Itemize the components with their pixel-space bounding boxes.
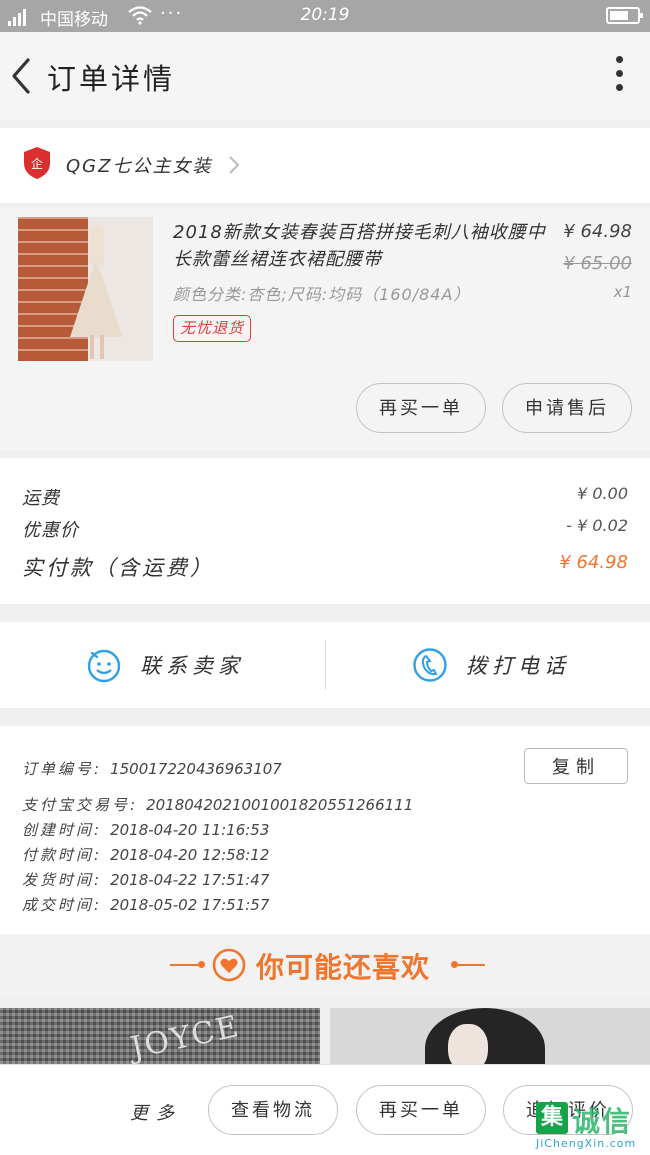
status-time: 20:19 [300,5,350,25]
watermark-name: 诚信 [572,1105,633,1138]
created-time-row: 创建时间: 2018-04-20 11:16:53 [22,819,269,840]
total-paid-row: 实付款（含运费） ¥ 64.98 [22,552,628,582]
page-title: 订单详情 [47,62,176,96]
paid-time-value: 2018-04-20 12:58:12 [110,846,270,864]
total-paid-label: 实付款（含运费） [22,556,214,580]
svg-text:企: 企 [31,156,43,171]
chat-bubble-icon [87,649,121,683]
buy-again-button[interactable]: 再买一单 [356,383,486,433]
chevron-right-icon [227,154,241,181]
vertical-dots-icon [615,56,623,63]
total-paid-value: ¥ 64.98 [559,552,628,573]
shop-badge-icon: 企 [24,147,50,179]
recommend-item[interactable] [330,1008,650,1064]
nav-bar: 订单详情 [0,32,650,120]
shipping-fee-row: 运费 ¥ 0.00 [22,484,628,514]
status-bar: 中国移动 ··· 20:19 [0,0,650,32]
paid-time-label: 付款时间: [22,846,103,864]
product-price: ¥ 64.98 [563,221,632,242]
call-phone-label: 拨打电话 [466,654,570,678]
paid-time-row: 付款时间: 2018-04-20 12:58:12 [22,844,269,865]
heart-icon [212,948,246,982]
recommend-title: 你可能还喜欢 [256,951,431,984]
decor-line-right [455,964,485,966]
product-quantity: x1 [613,283,632,301]
order-info: 订单编号: 1500172204369631​07 复制 支付宝交易号: 20180… [0,726,650,934]
completed-time-label: 成交时间: [22,896,103,914]
created-time-label: 创建时间: [22,821,103,839]
completed-time-row: 成交时间: 2018-05-02 17:51:57 [22,894,269,915]
after-sale-button[interactable]: 申请售后 [502,383,632,433]
alipay-number-label: 支付宝交易号: [22,796,139,814]
contact-bar: 联系卖家 拨打电话 [0,622,650,708]
recommend-header: 你可能还喜欢 [0,934,650,998]
alipay-number-row: 支付宝交易号: 2018042021001001820551266111 [22,794,413,815]
buy-again-bottom-button[interactable]: 再买一单 [356,1085,486,1135]
payment-summary: 运费 ¥ 0.00 优惠价 - ¥ 0.02 实付款（含运费） ¥ 64.98 [0,458,650,604]
phone-icon [413,648,447,682]
shop-name: QGZ七公主女装 [66,156,213,177]
product-item: 2018新款女装春装百搭拼接毛刺八袖收腰中长款蕾丝裙连衣裙配腰带 颜色分类:杏色… [0,207,650,451]
more-actions-button[interactable]: 更多 [130,1099,182,1125]
completed-time-value: 2018-05-02 17:51:57 [110,896,270,914]
product-thumbnail[interactable] [18,217,153,361]
shipping-fee-label: 运费 [22,488,60,509]
site-watermark: 集 诚信 JiChengXin.com [534,1100,650,1155]
order-number-row: 订单编号: 1500172204369631​07 [22,758,282,779]
decor-dot-left [198,961,205,968]
discount-row: 优惠价 - ¥ 0.02 [22,516,628,546]
decor-line-left [170,964,200,966]
more-options-button[interactable] [614,56,624,96]
product-original-price: ¥ 65.00 [563,253,632,274]
order-number-label: 订单编号: [22,760,103,778]
discount-value: - ¥ 0.02 [566,516,628,535]
recommend-item[interactable]: JOYCE [0,1008,320,1064]
shop-row[interactable]: 企 QGZ七公主女装 [0,128,650,203]
contact-seller-label: 联系卖家 [140,654,244,678]
order-number-value: 1500172204369631​07 [110,760,282,778]
back-arrow-icon [12,58,30,94]
back-button[interactable] [6,54,38,98]
view-logistics-button[interactable]: 查看物流 [208,1085,338,1135]
copy-order-number-button[interactable]: 复制 [524,748,628,784]
call-phone-button[interactable]: 拨打电话 [326,622,650,708]
shipping-fee-value: ¥ 0.00 [577,484,628,503]
shipped-time-row: 发货时间: 2018-04-22 17:51:47 [22,869,269,890]
discount-label: 优惠价 [22,520,79,541]
contact-seller-button[interactable]: 联系卖家 [0,622,325,708]
alipay-number-value: 2018042021001001820551266111 [146,796,414,814]
return-guarantee-badge: 无忧退货 [173,315,252,342]
created-time-value: 2018-04-20 11:16:53 [110,821,270,839]
product-attributes: 颜色分类:杏色;尺码:均码（160/84A） [173,285,471,304]
product-title[interactable]: 2018新款女装春装百搭拼接毛刺八袖收腰中长款蕾丝裙连衣裙配腰带 [173,219,553,273]
watermark-url: JiChengXin.com [536,1137,637,1150]
shipped-time-value: 2018-04-22 17:51:47 [110,871,270,889]
shipped-time-label: 发货时间: [22,871,103,889]
battery-icon [606,7,643,24]
watermark-logo: 集 [536,1102,568,1134]
